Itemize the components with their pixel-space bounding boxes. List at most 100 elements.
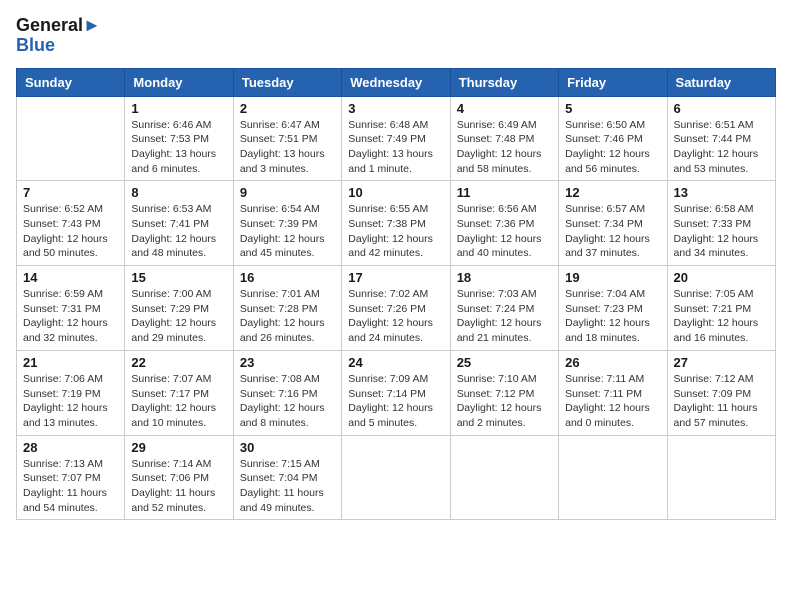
day-header-thursday: Thursday xyxy=(450,68,558,96)
day-number: 15 xyxy=(131,270,226,285)
calendar-cell: 16 Sunrise: 7:01 AMSunset: 7:28 PMDaylig… xyxy=(233,266,341,351)
calendar-cell: 28 Sunrise: 7:13 AMSunset: 7:07 PMDaylig… xyxy=(17,435,125,520)
calendar-cell xyxy=(667,435,775,520)
day-info: Sunrise: 6:52 AMSunset: 7:43 PMDaylight:… xyxy=(23,202,118,261)
day-header-tuesday: Tuesday xyxy=(233,68,341,96)
calendar-cell: 18 Sunrise: 7:03 AMSunset: 7:24 PMDaylig… xyxy=(450,266,558,351)
day-number: 5 xyxy=(565,101,660,116)
day-info: Sunrise: 7:15 AMSunset: 7:04 PMDaylight:… xyxy=(240,457,335,516)
day-info: Sunrise: 6:49 AMSunset: 7:48 PMDaylight:… xyxy=(457,118,552,177)
calendar-cell xyxy=(342,435,450,520)
calendar-cell: 29 Sunrise: 7:14 AMSunset: 7:06 PMDaylig… xyxy=(125,435,233,520)
week-row-2: 7 Sunrise: 6:52 AMSunset: 7:43 PMDayligh… xyxy=(17,181,776,266)
day-number: 22 xyxy=(131,355,226,370)
day-info: Sunrise: 7:09 AMSunset: 7:14 PMDaylight:… xyxy=(348,372,443,431)
calendar-cell: 23 Sunrise: 7:08 AMSunset: 7:16 PMDaylig… xyxy=(233,350,341,435)
day-info: Sunrise: 7:04 AMSunset: 7:23 PMDaylight:… xyxy=(565,287,660,346)
day-info: Sunrise: 6:50 AMSunset: 7:46 PMDaylight:… xyxy=(565,118,660,177)
week-row-3: 14 Sunrise: 6:59 AMSunset: 7:31 PMDaylig… xyxy=(17,266,776,351)
calendar-header-row: SundayMondayTuesdayWednesdayThursdayFrid… xyxy=(17,68,776,96)
day-info: Sunrise: 6:55 AMSunset: 7:38 PMDaylight:… xyxy=(348,202,443,261)
day-number: 27 xyxy=(674,355,769,370)
calendar-cell: 22 Sunrise: 7:07 AMSunset: 7:17 PMDaylig… xyxy=(125,350,233,435)
day-number: 7 xyxy=(23,185,118,200)
calendar-cell: 3 Sunrise: 6:48 AMSunset: 7:49 PMDayligh… xyxy=(342,96,450,181)
calendar-cell: 12 Sunrise: 6:57 AMSunset: 7:34 PMDaylig… xyxy=(559,181,667,266)
day-number: 23 xyxy=(240,355,335,370)
day-header-monday: Monday xyxy=(125,68,233,96)
day-number: 28 xyxy=(23,440,118,455)
calendar-cell xyxy=(450,435,558,520)
day-number: 2 xyxy=(240,101,335,116)
logo-text-general: General► xyxy=(16,16,101,36)
calendar-cell: 9 Sunrise: 6:54 AMSunset: 7:39 PMDayligh… xyxy=(233,181,341,266)
day-info: Sunrise: 7:00 AMSunset: 7:29 PMDaylight:… xyxy=(131,287,226,346)
calendar-cell: 6 Sunrise: 6:51 AMSunset: 7:44 PMDayligh… xyxy=(667,96,775,181)
day-info: Sunrise: 7:07 AMSunset: 7:17 PMDaylight:… xyxy=(131,372,226,431)
day-number: 25 xyxy=(457,355,552,370)
day-info: Sunrise: 6:59 AMSunset: 7:31 PMDaylight:… xyxy=(23,287,118,346)
calendar-cell: 1 Sunrise: 6:46 AMSunset: 7:53 PMDayligh… xyxy=(125,96,233,181)
calendar-cell: 27 Sunrise: 7:12 AMSunset: 7:09 PMDaylig… xyxy=(667,350,775,435)
calendar-cell: 25 Sunrise: 7:10 AMSunset: 7:12 PMDaylig… xyxy=(450,350,558,435)
day-info: Sunrise: 6:58 AMSunset: 7:33 PMDaylight:… xyxy=(674,202,769,261)
calendar-cell: 21 Sunrise: 7:06 AMSunset: 7:19 PMDaylig… xyxy=(17,350,125,435)
calendar-cell: 30 Sunrise: 7:15 AMSunset: 7:04 PMDaylig… xyxy=(233,435,341,520)
calendar-cell: 2 Sunrise: 6:47 AMSunset: 7:51 PMDayligh… xyxy=(233,96,341,181)
day-info: Sunrise: 7:13 AMSunset: 7:07 PMDaylight:… xyxy=(23,457,118,516)
day-info: Sunrise: 7:14 AMSunset: 7:06 PMDaylight:… xyxy=(131,457,226,516)
day-number: 30 xyxy=(240,440,335,455)
day-info: Sunrise: 7:02 AMSunset: 7:26 PMDaylight:… xyxy=(348,287,443,346)
day-info: Sunrise: 6:48 AMSunset: 7:49 PMDaylight:… xyxy=(348,118,443,177)
day-number: 24 xyxy=(348,355,443,370)
day-number: 3 xyxy=(348,101,443,116)
day-info: Sunrise: 7:10 AMSunset: 7:12 PMDaylight:… xyxy=(457,372,552,431)
day-number: 20 xyxy=(674,270,769,285)
day-number: 17 xyxy=(348,270,443,285)
calendar-cell xyxy=(17,96,125,181)
day-info: Sunrise: 6:46 AMSunset: 7:53 PMDaylight:… xyxy=(131,118,226,177)
day-info: Sunrise: 7:11 AMSunset: 7:11 PMDaylight:… xyxy=(565,372,660,431)
day-number: 11 xyxy=(457,185,552,200)
week-row-5: 28 Sunrise: 7:13 AMSunset: 7:07 PMDaylig… xyxy=(17,435,776,520)
day-info: Sunrise: 6:57 AMSunset: 7:34 PMDaylight:… xyxy=(565,202,660,261)
day-number: 16 xyxy=(240,270,335,285)
day-number: 19 xyxy=(565,270,660,285)
calendar-cell: 10 Sunrise: 6:55 AMSunset: 7:38 PMDaylig… xyxy=(342,181,450,266)
calendar-cell: 24 Sunrise: 7:09 AMSunset: 7:14 PMDaylig… xyxy=(342,350,450,435)
page-header: General► Blue xyxy=(16,16,776,56)
calendar-cell: 7 Sunrise: 6:52 AMSunset: 7:43 PMDayligh… xyxy=(17,181,125,266)
day-number: 14 xyxy=(23,270,118,285)
week-row-4: 21 Sunrise: 7:06 AMSunset: 7:19 PMDaylig… xyxy=(17,350,776,435)
calendar-cell: 13 Sunrise: 6:58 AMSunset: 7:33 PMDaylig… xyxy=(667,181,775,266)
day-info: Sunrise: 6:47 AMSunset: 7:51 PMDaylight:… xyxy=(240,118,335,177)
day-number: 8 xyxy=(131,185,226,200)
day-number: 26 xyxy=(565,355,660,370)
day-info: Sunrise: 6:56 AMSunset: 7:36 PMDaylight:… xyxy=(457,202,552,261)
day-number: 9 xyxy=(240,185,335,200)
day-info: Sunrise: 7:01 AMSunset: 7:28 PMDaylight:… xyxy=(240,287,335,346)
day-info: Sunrise: 6:51 AMSunset: 7:44 PMDaylight:… xyxy=(674,118,769,177)
logo-graphic: General► Blue xyxy=(16,16,101,56)
calendar-cell: 11 Sunrise: 6:56 AMSunset: 7:36 PMDaylig… xyxy=(450,181,558,266)
day-header-sunday: Sunday xyxy=(17,68,125,96)
day-info: Sunrise: 6:53 AMSunset: 7:41 PMDaylight:… xyxy=(131,202,226,261)
day-number: 21 xyxy=(23,355,118,370)
day-number: 6 xyxy=(674,101,769,116)
day-number: 10 xyxy=(348,185,443,200)
day-info: Sunrise: 7:05 AMSunset: 7:21 PMDaylight:… xyxy=(674,287,769,346)
calendar-cell xyxy=(559,435,667,520)
calendar-cell: 20 Sunrise: 7:05 AMSunset: 7:21 PMDaylig… xyxy=(667,266,775,351)
calendar-cell: 19 Sunrise: 7:04 AMSunset: 7:23 PMDaylig… xyxy=(559,266,667,351)
calendar-cell: 26 Sunrise: 7:11 AMSunset: 7:11 PMDaylig… xyxy=(559,350,667,435)
calendar-cell: 5 Sunrise: 6:50 AMSunset: 7:46 PMDayligh… xyxy=(559,96,667,181)
day-info: Sunrise: 6:54 AMSunset: 7:39 PMDaylight:… xyxy=(240,202,335,261)
calendar-table: SundayMondayTuesdayWednesdayThursdayFrid… xyxy=(16,68,776,521)
day-info: Sunrise: 7:06 AMSunset: 7:19 PMDaylight:… xyxy=(23,372,118,431)
day-header-saturday: Saturday xyxy=(667,68,775,96)
day-info: Sunrise: 7:12 AMSunset: 7:09 PMDaylight:… xyxy=(674,372,769,431)
calendar-cell: 4 Sunrise: 6:49 AMSunset: 7:48 PMDayligh… xyxy=(450,96,558,181)
calendar-cell: 14 Sunrise: 6:59 AMSunset: 7:31 PMDaylig… xyxy=(17,266,125,351)
day-header-friday: Friday xyxy=(559,68,667,96)
day-number: 29 xyxy=(131,440,226,455)
